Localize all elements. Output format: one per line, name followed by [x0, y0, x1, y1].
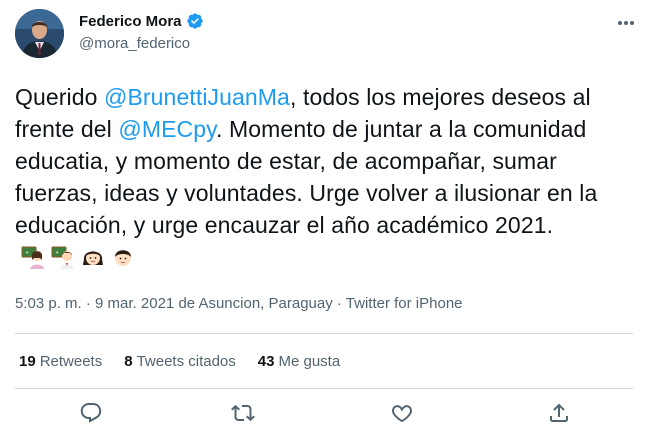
- likes-stat[interactable]: 43 Me gusta: [258, 353, 340, 370]
- retweets-stat[interactable]: 19 Retweets: [19, 353, 102, 370]
- retweets-count: 19: [19, 353, 36, 370]
- author-handle[interactable]: @mora_federico: [79, 35, 190, 52]
- share-icon[interactable]: [547, 401, 571, 425]
- author-name-row[interactable]: Federico Mora: [79, 12, 204, 30]
- quotes-count: 8: [124, 353, 133, 370]
- retweets-label: Retweets: [39, 353, 103, 370]
- retweet-icon[interactable]: [231, 401, 255, 425]
- likes-count: 43: [257, 353, 275, 370]
- tweet-source[interactable]: Twitter for iPhone: [346, 295, 463, 312]
- woman-teacher-emoji: +: [21, 245, 45, 269]
- tweet-location[interactable]: de Asuncion, Paraguay: [178, 295, 332, 312]
- tweet-actions: [0, 395, 649, 435]
- tweet-card: Federico Mora @mora_federico Querido @Br…: [0, 0, 649, 445]
- mention-link[interactable]: @BrunettiJuanMa: [104, 84, 290, 110]
- likes-label: Me gusta: [278, 353, 341, 370]
- avatar[interactable]: [15, 9, 64, 58]
- quote-tweets-stat[interactable]: 8 Tweets citados: [124, 353, 236, 370]
- tweet-meta: 5:03 p. m. · 9 mar. 2021 de Asuncion, Pa…: [15, 295, 463, 312]
- more-options-icon[interactable]: [612, 13, 640, 33]
- mention-link[interactable]: @MECpy: [118, 116, 216, 142]
- reply-icon[interactable]: [79, 401, 103, 425]
- like-icon[interactable]: [390, 401, 414, 425]
- man-teacher-emoji: +: [51, 245, 75, 269]
- tweet-stats: 19 Retweets 8 Tweets citados 43 Me gusta: [19, 353, 362, 370]
- boy-emoji: [111, 245, 135, 269]
- divider: [15, 388, 633, 389]
- verified-badge-icon: [186, 12, 204, 30]
- tweet-text: Querido @BrunettiJuanMa, todos los mejor…: [15, 81, 630, 273]
- svg-text:+: +: [25, 250, 29, 256]
- divider: [15, 333, 633, 334]
- quotes-label: Tweets citados: [136, 353, 236, 370]
- svg-text:+: +: [55, 250, 59, 256]
- emoji-row: + +: [21, 245, 135, 269]
- meta-separator: ·: [336, 295, 342, 312]
- display-name[interactable]: Federico Mora: [79, 13, 182, 30]
- tweet-text-segment: Querido: [15, 84, 105, 110]
- tweet-date[interactable]: 9 mar. 2021: [95, 295, 174, 312]
- tweet-time[interactable]: 5:03 p. m.: [15, 295, 82, 312]
- meta-separator: ·: [85, 295, 91, 312]
- girl-emoji: [81, 245, 105, 269]
